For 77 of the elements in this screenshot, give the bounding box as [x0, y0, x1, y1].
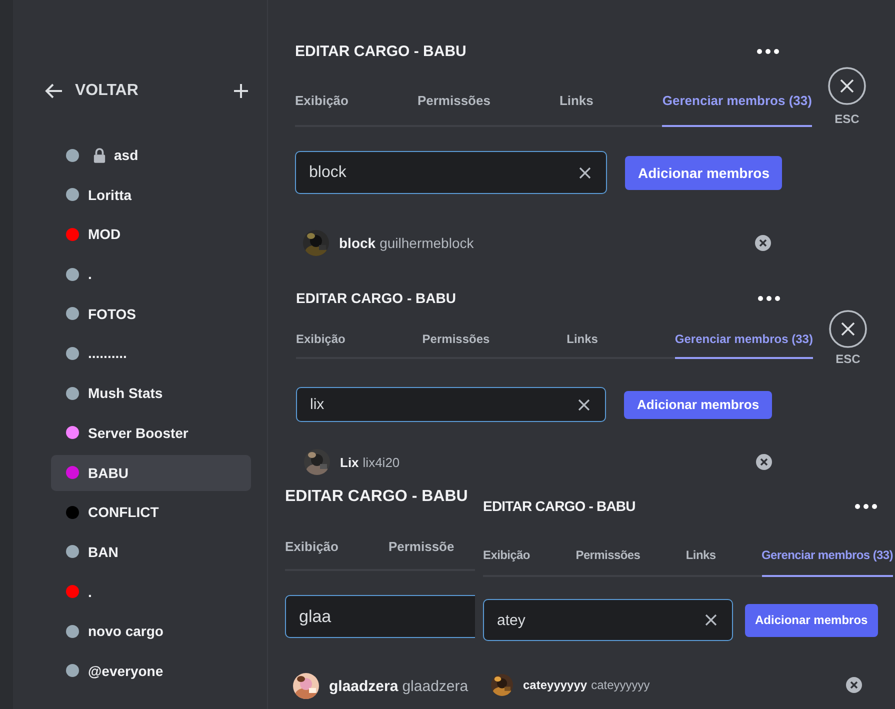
clear-icon[interactable]	[705, 614, 717, 626]
member-username: lix4i20	[362, 454, 400, 470]
back-link[interactable]: VOLTAR	[75, 82, 234, 100]
role-item[interactable]: novo cargo	[51, 613, 251, 650]
role-name: @everyone	[88, 662, 164, 679]
role-item[interactable]: MOD	[51, 216, 251, 252]
more-menu-icon[interactable]	[855, 504, 877, 508]
role-name: BABU	[88, 464, 128, 480]
tab[interactable]: Exibição	[285, 539, 338, 571]
tab[interactable]: Links	[559, 93, 594, 127]
role-item[interactable]: BABU	[51, 454, 251, 490]
role-name: CONFLICT	[88, 504, 159, 520]
search-field[interactable]: block	[295, 151, 607, 194]
tab[interactable]: Permissõe	[388, 539, 454, 571]
tab[interactable]: Permissões	[417, 93, 490, 127]
tab[interactable]: Exibição	[296, 332, 346, 359]
role-name: FOTOS	[88, 306, 136, 322]
panel-title: EDITAR CARGO - BABU	[483, 498, 636, 514]
search-field[interactable]: atey	[483, 599, 733, 641]
member-name: cateyyyyyy	[523, 678, 588, 692]
plus-icon[interactable]	[234, 84, 248, 98]
role-name: .	[88, 584, 92, 600]
role-name: Loritta	[88, 186, 132, 203]
member-username: glaadzera	[402, 678, 468, 694]
panel-title: EDITAR CARGO - BABU	[295, 43, 466, 60]
role-item[interactable]: .	[51, 256, 251, 292]
tab[interactable]: Gerenciar membros (33)	[674, 332, 813, 359]
tab[interactable]: Links	[686, 548, 716, 577]
add-members-button[interactable]: Adicionar membros	[624, 390, 772, 418]
role-item[interactable]: FOTOS	[51, 296, 251, 332]
tab[interactable]: Exibição	[295, 93, 348, 127]
role-item[interactable]: Mush Stats	[51, 375, 251, 412]
more-menu-icon[interactable]	[757, 49, 779, 54]
panel-title: EDITAR CARGO - BABU	[296, 290, 456, 306]
member-name: block	[339, 235, 376, 251]
member-username: cateyyyyyy	[591, 678, 650, 692]
remove-member-icon[interactable]	[846, 677, 862, 693]
tab[interactable]: Links	[566, 332, 598, 359]
esc-label: ESC	[836, 352, 860, 366]
role-name: asd	[114, 147, 138, 163]
search-field[interactable]: glaa	[285, 595, 475, 638]
role-name: Server Booster	[88, 424, 188, 441]
panel-title: EDITAR CARGO - BABU	[285, 488, 468, 506]
tab[interactable]: Exibição	[483, 548, 530, 577]
role-name: Mush Stats	[88, 385, 163, 402]
role-item[interactable]: .	[51, 574, 251, 610]
remove-member-icon[interactable]	[756, 454, 772, 470]
role-name: BAN	[88, 544, 118, 560]
role-item[interactable]: Server Booster	[51, 414, 251, 451]
search-field[interactable]: lix	[296, 387, 606, 422]
role-name: MOD	[88, 226, 121, 242]
member-username: guilhermeblock	[380, 235, 474, 251]
role-item[interactable]: asd	[51, 137, 251, 173]
back-arrow-icon[interactable]	[45, 83, 63, 99]
role-name: .	[88, 266, 92, 282]
close-icon[interactable]	[829, 310, 867, 348]
role-item[interactable]: @everyone	[51, 652, 251, 689]
tab[interactable]: Gerenciar membros (33)	[662, 93, 812, 127]
esc-label: ESC	[834, 112, 860, 126]
role-item[interactable]: CONFLICT	[51, 494, 251, 530]
clear-icon[interactable]	[578, 398, 590, 410]
close-icon[interactable]	[828, 67, 866, 105]
clear-icon[interactable]	[579, 166, 591, 178]
member-name: Lix	[340, 454, 359, 470]
more-menu-icon[interactable]	[758, 296, 780, 300]
role-item[interactable]: BAN	[51, 534, 251, 570]
add-members-button[interactable]: Adicionar membros	[745, 604, 878, 636]
tab[interactable]: Permissões	[422, 332, 490, 359]
role-item[interactable]: Loritta	[51, 176, 251, 213]
remove-member-icon[interactable]	[755, 235, 771, 251]
role-name: ..........	[88, 345, 127, 362]
role-item[interactable]: ..........	[51, 335, 251, 372]
add-members-button[interactable]: Adicionar membros	[625, 156, 782, 190]
tab[interactable]: Gerenciar membros (33)	[762, 548, 893, 577]
tab[interactable]: Permissões	[576, 548, 640, 577]
role-name: novo cargo	[88, 623, 164, 640]
member-name: glaadzera	[329, 678, 398, 694]
